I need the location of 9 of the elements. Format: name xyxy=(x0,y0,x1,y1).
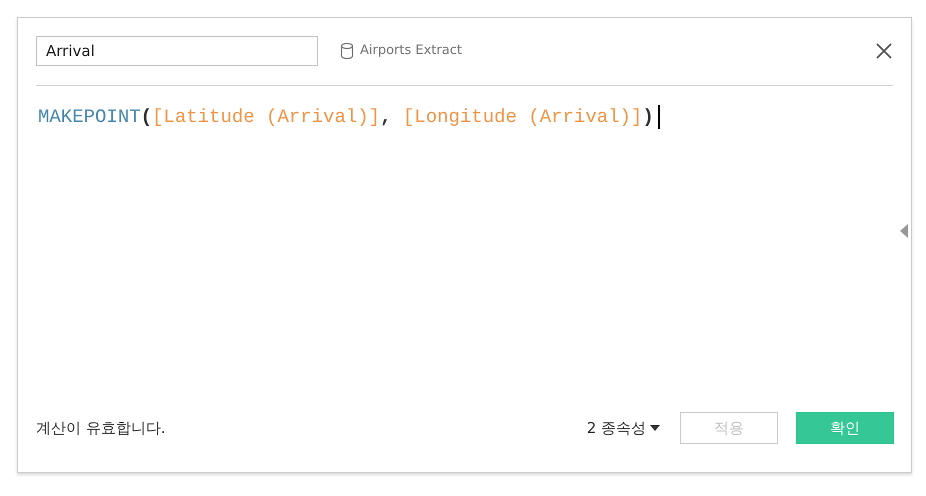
status-message: 계산이 유효합니다. xyxy=(36,418,166,438)
close-icon[interactable] xyxy=(875,42,893,60)
formula-text[interactable]: MAKEPOINT([Latitude (Arrival)], [Longitude (Arrival)]) xyxy=(38,105,660,129)
name-field[interactable]: Arrival xyxy=(36,36,318,66)
collapse-arrow-icon[interactable] xyxy=(900,224,908,238)
data-source-label: Airports Extract xyxy=(360,43,462,58)
caret-icon xyxy=(650,425,660,431)
database-icon xyxy=(340,42,354,60)
dependencies-dropdown[interactable]: 2 종속성 xyxy=(586,418,660,438)
